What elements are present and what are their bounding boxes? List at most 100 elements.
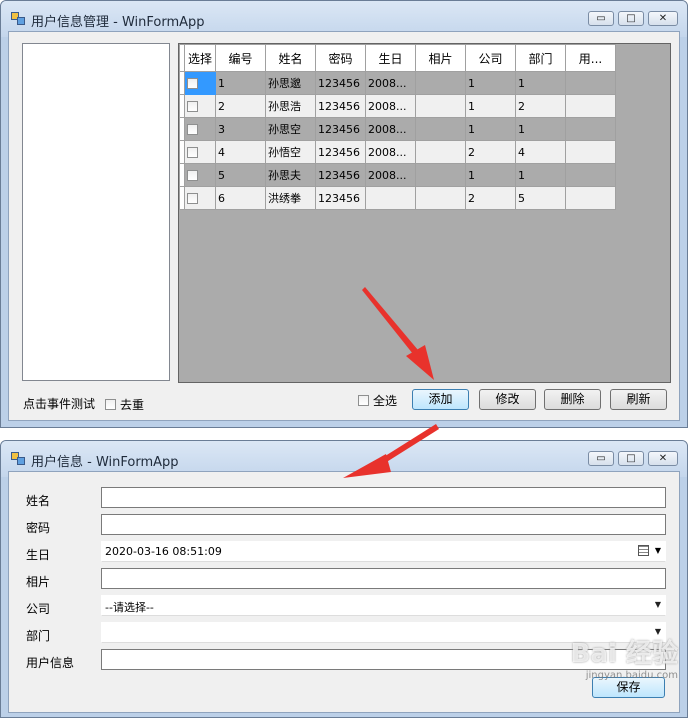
table-cell-id[interactable]: 2 xyxy=(215,94,266,118)
password-input[interactable] xyxy=(101,514,666,535)
maximize-button[interactable]: □ xyxy=(618,451,644,466)
select-all-checkbox[interactable]: 全选 xyxy=(358,392,397,409)
table-cell-birthday[interactable]: 2008... xyxy=(365,71,416,95)
row-select-cell[interactable] xyxy=(184,71,216,95)
table-cell-id[interactable]: 1 xyxy=(215,71,266,95)
table-cell-company[interactable]: 2 xyxy=(465,140,516,164)
column-header[interactable]: 相片 xyxy=(415,44,466,72)
table-cell-info[interactable] xyxy=(565,94,616,118)
table-cell-company[interactable]: 1 xyxy=(465,117,516,141)
table-cell-birthday[interactable]: 2008... xyxy=(365,117,416,141)
table-cell-photo[interactable] xyxy=(415,163,466,187)
table-cell-birthday[interactable]: 2008... xyxy=(365,94,416,118)
close-button[interactable]: ✕ xyxy=(648,451,678,466)
column-header[interactable]: 选择 xyxy=(184,44,216,72)
table-cell-name[interactable]: 孙思空 xyxy=(265,117,316,141)
row-select-cell[interactable] xyxy=(184,94,216,118)
table-cell-id[interactable]: 6 xyxy=(215,186,266,210)
table-cell-company[interactable]: 1 xyxy=(465,71,516,95)
table-cell-name[interactable]: 洪绣拳 xyxy=(265,186,316,210)
table-cell-pwd[interactable]: 123456 xyxy=(315,140,366,164)
table-cell-id[interactable]: 3 xyxy=(215,117,266,141)
table-cell-pwd[interactable]: 123456 xyxy=(315,163,366,187)
row-checkbox[interactable] xyxy=(187,170,198,181)
row-checkbox[interactable] xyxy=(187,78,198,89)
table-cell-dept[interactable]: 1 xyxy=(515,163,566,187)
table-row[interactable]: 6 洪绣拳 123456 2 5 xyxy=(179,186,616,210)
table-row[interactable]: 5 孙思夫 123456 2008... 1 1 xyxy=(179,163,616,187)
table-cell-photo[interactable] xyxy=(415,94,466,118)
checkbox-box[interactable] xyxy=(105,399,116,410)
table-cell-birthday[interactable] xyxy=(365,186,416,210)
table-row[interactable]: 1 孙思邈 123456 2008... 1 1 xyxy=(179,71,616,95)
table-cell-company[interactable]: 2 xyxy=(465,186,516,210)
table-cell-dept[interactable]: 1 xyxy=(515,71,566,95)
table-cell-name[interactable]: 孙思邈 xyxy=(265,71,316,95)
table-cell-photo[interactable] xyxy=(415,117,466,141)
name-input[interactable] xyxy=(101,487,666,508)
chevron-down-icon[interactable]: ▼ xyxy=(655,600,661,609)
table-cell-info[interactable] xyxy=(565,186,616,210)
row-checkbox[interactable] xyxy=(187,147,198,158)
table-cell-info[interactable] xyxy=(565,163,616,187)
table-cell-dept[interactable]: 1 xyxy=(515,117,566,141)
refresh-button[interactable]: 刷新 xyxy=(610,389,667,410)
column-header[interactable]: 生日 xyxy=(365,44,416,72)
close-button[interactable]: ✕ xyxy=(648,11,678,26)
table-cell-dept[interactable]: 4 xyxy=(515,140,566,164)
table-cell-pwd[interactable]: 123456 xyxy=(315,117,366,141)
table-cell-photo[interactable] xyxy=(415,71,466,95)
table-cell-name[interactable]: 孙悟空 xyxy=(265,140,316,164)
column-header[interactable]: 部门 xyxy=(515,44,566,72)
delete-button[interactable]: 删除 xyxy=(544,389,601,410)
minimize-button[interactable]: ▭ xyxy=(588,11,614,26)
user-data-grid[interactable]: 选择 编号 姓名 密码 生日 相片 公司 部门 用... 1 孙思邈 123456 2… xyxy=(178,43,671,383)
company-label: 公司 xyxy=(26,602,51,616)
table-row[interactable]: 2 孙思浩 123456 2008... 1 2 xyxy=(179,94,616,118)
table-cell-info[interactable] xyxy=(565,117,616,141)
checkbox-box[interactable] xyxy=(358,395,369,406)
row-checkbox[interactable] xyxy=(187,101,198,112)
table-row[interactable]: 4 孙悟空 123456 2008... 2 4 xyxy=(179,140,616,164)
table-cell-photo[interactable] xyxy=(415,186,466,210)
row-select-cell[interactable] xyxy=(184,117,216,141)
table-cell-photo[interactable] xyxy=(415,140,466,164)
column-header[interactable]: 用... xyxy=(565,44,616,72)
column-header[interactable]: 密码 xyxy=(315,44,366,72)
table-cell-dept[interactable]: 5 xyxy=(515,186,566,210)
minimize-button[interactable]: ▭ xyxy=(588,451,614,466)
company-select[interactable]: --请选择-- ▼ xyxy=(101,595,666,616)
table-cell-dept[interactable]: 2 xyxy=(515,94,566,118)
table-cell-pwd[interactable]: 123456 xyxy=(315,94,366,118)
row-select-cell[interactable] xyxy=(184,163,216,187)
row-select-cell[interactable] xyxy=(184,140,216,164)
table-cell-id[interactable]: 4 xyxy=(215,140,266,164)
photo-input[interactable] xyxy=(101,568,666,589)
table-cell-pwd[interactable]: 123456 xyxy=(315,71,366,95)
dedupe-checkbox[interactable]: 去重 xyxy=(105,396,144,413)
row-checkbox[interactable] xyxy=(187,193,198,204)
birthday-datepicker[interactable]: 2020-03-16 08:51:09 ▼ xyxy=(101,541,666,562)
table-cell-birthday[interactable]: 2008... xyxy=(365,140,416,164)
chevron-down-icon[interactable]: ▼ xyxy=(655,546,661,555)
table-cell-pwd[interactable]: 123456 xyxy=(315,186,366,210)
table-cell-name[interactable]: 孙思浩 xyxy=(265,94,316,118)
column-header[interactable]: 公司 xyxy=(465,44,516,72)
add-button[interactable]: 添加 xyxy=(412,389,469,410)
table-cell-company[interactable]: 1 xyxy=(465,94,516,118)
edit-button[interactable]: 修改 xyxy=(479,389,536,410)
column-header[interactable]: 编号 xyxy=(215,44,266,72)
table-cell-info[interactable] xyxy=(565,71,616,95)
table-cell-birthday[interactable]: 2008... xyxy=(365,163,416,187)
table-cell-name[interactable]: 孙思夫 xyxy=(265,163,316,187)
calendar-icon[interactable] xyxy=(638,545,649,556)
row-select-cell[interactable] xyxy=(184,186,216,210)
table-row[interactable]: 3 孙思空 123456 2008... 1 1 xyxy=(179,117,616,141)
maximize-button[interactable]: □ xyxy=(618,11,644,26)
event-listbox[interactable] xyxy=(22,43,170,381)
table-cell-info[interactable] xyxy=(565,140,616,164)
column-header[interactable]: 姓名 xyxy=(265,44,316,72)
table-cell-company[interactable]: 1 xyxy=(465,163,516,187)
row-checkbox[interactable] xyxy=(187,124,198,135)
table-cell-id[interactable]: 5 xyxy=(215,163,266,187)
